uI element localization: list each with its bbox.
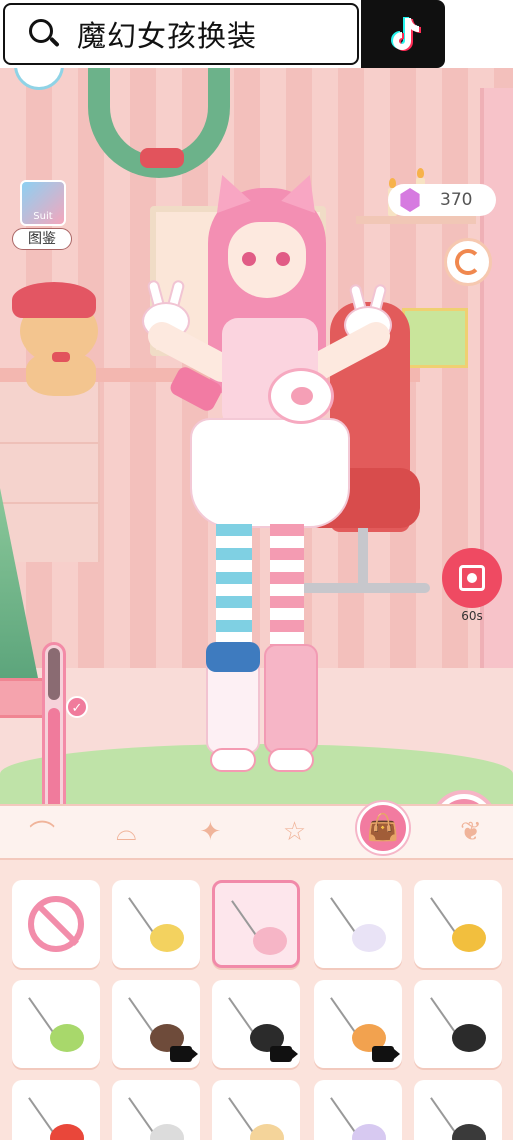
bag-icon xyxy=(150,924,184,952)
bag-icon xyxy=(352,924,386,952)
wings-icon: ❦ xyxy=(459,817,482,847)
search-bar: 魔幻女孩换装 xyxy=(0,0,513,68)
item-eyeball-bag[interactable] xyxy=(12,980,100,1068)
item-paw-bag[interactable] xyxy=(212,880,300,968)
desk-drawer xyxy=(0,382,100,562)
tiktok-logo-button[interactable] xyxy=(361,0,445,68)
bag-icon xyxy=(352,1124,386,1140)
equipped-paw-bag xyxy=(268,368,334,424)
category-tabbar: ⌒ ⌓ ✦ ☆ 👜 ❦ xyxy=(0,802,513,860)
item-bunny-cookie-bag[interactable] xyxy=(112,880,200,968)
item-grid xyxy=(0,860,513,1140)
item-cream-bag[interactable] xyxy=(212,1080,300,1140)
bag-icon xyxy=(150,1124,184,1140)
tab-bag-icon[interactable]: 👜 xyxy=(356,802,409,854)
bag-strap xyxy=(128,897,154,933)
item-dark-bag[interactable] xyxy=(414,1080,502,1140)
bag-strap xyxy=(128,997,154,1033)
record-duration: 60s xyxy=(461,609,483,623)
tab-necklace-icon[interactable]: ☆ xyxy=(273,810,317,854)
hair-accessory-icon: ⌒ xyxy=(29,819,56,850)
bag-icon xyxy=(250,1124,284,1140)
bag-strap xyxy=(228,997,254,1033)
search-icon xyxy=(27,17,61,51)
coin-counter: 370 xyxy=(388,184,496,216)
bag-strap xyxy=(330,897,356,933)
earrings-icon: ✦ xyxy=(199,817,222,847)
item-yellow-pouch-bag[interactable] xyxy=(414,880,502,968)
bag-strap xyxy=(228,1097,254,1133)
dressup-scene: Suit 图鉴 370 60s ✓ → xyxy=(0,68,513,804)
necklace-icon: ☆ xyxy=(282,817,307,847)
item-white-bag[interactable] xyxy=(112,1080,200,1140)
tab-earrings-icon[interactable]: ✦ xyxy=(188,810,232,854)
video-ad-icon xyxy=(170,1046,198,1062)
zoom-slider[interactable] xyxy=(42,642,66,804)
tiktok-icon xyxy=(391,17,421,51)
bag-strap xyxy=(128,1097,154,1133)
bag-icon xyxy=(452,1024,486,1052)
gift-box xyxy=(402,308,468,368)
glasses-icon: ⌓ xyxy=(115,816,137,847)
bag-strap xyxy=(330,1097,356,1133)
search-input[interactable]: 魔幻女孩换装 xyxy=(3,3,359,65)
bag-strap xyxy=(430,897,456,933)
suit-collection-button[interactable]: Suit xyxy=(20,180,66,226)
item-shiba-bag[interactable] xyxy=(314,980,402,1068)
tab-glasses-icon[interactable]: ⌓ xyxy=(104,810,148,854)
bag-icon xyxy=(452,924,486,952)
bag-strap xyxy=(330,997,356,1033)
item-fries-bag[interactable] xyxy=(12,1080,100,1140)
search-query: 魔幻女孩换装 xyxy=(77,19,258,53)
video-ad-icon xyxy=(270,1046,298,1062)
item-none-option[interactable] xyxy=(12,880,100,968)
item-cookie-bag[interactable] xyxy=(112,980,200,1068)
bag-icon xyxy=(50,1124,84,1140)
video-ad-icon xyxy=(372,1046,400,1062)
item-lavender-bunny-bag[interactable] xyxy=(314,1080,402,1140)
no-item-icon xyxy=(28,896,84,952)
item-black-bunny-bag[interactable] xyxy=(414,980,502,1068)
bag-icon xyxy=(50,1024,84,1052)
item-bunny-plush-bag[interactable] xyxy=(314,880,402,968)
record-button[interactable] xyxy=(442,548,502,608)
wreath-bow xyxy=(140,148,184,168)
bag-icon xyxy=(253,927,287,955)
bag-icon: 👜 xyxy=(366,813,399,843)
bag-strap xyxy=(430,997,456,1033)
dressup-character xyxy=(130,168,410,778)
bag-strap xyxy=(28,997,54,1033)
suit-collection-label: 图鉴 xyxy=(12,228,72,250)
record-icon xyxy=(459,565,485,591)
bag-strap xyxy=(28,1097,54,1133)
coin-amount: 370 xyxy=(440,190,473,210)
randomize-button[interactable] xyxy=(444,238,492,286)
gift-box xyxy=(0,678,48,718)
tab-hair-accessory-icon[interactable]: ⌒ xyxy=(20,810,64,854)
bag-strap xyxy=(430,1097,456,1133)
tab-wings-icon[interactable]: ❦ xyxy=(449,810,493,854)
gem-icon xyxy=(400,188,420,212)
item-black-cat-bag[interactable] xyxy=(212,980,300,1068)
bag-icon xyxy=(452,1124,486,1140)
slider-check-icon[interactable]: ✓ xyxy=(66,696,88,718)
teddy-bear xyxy=(12,282,108,398)
bag-strap xyxy=(231,900,257,936)
back-button[interactable] xyxy=(14,68,64,90)
suit-icon-text: Suit xyxy=(33,211,53,222)
refresh-icon xyxy=(455,249,481,275)
